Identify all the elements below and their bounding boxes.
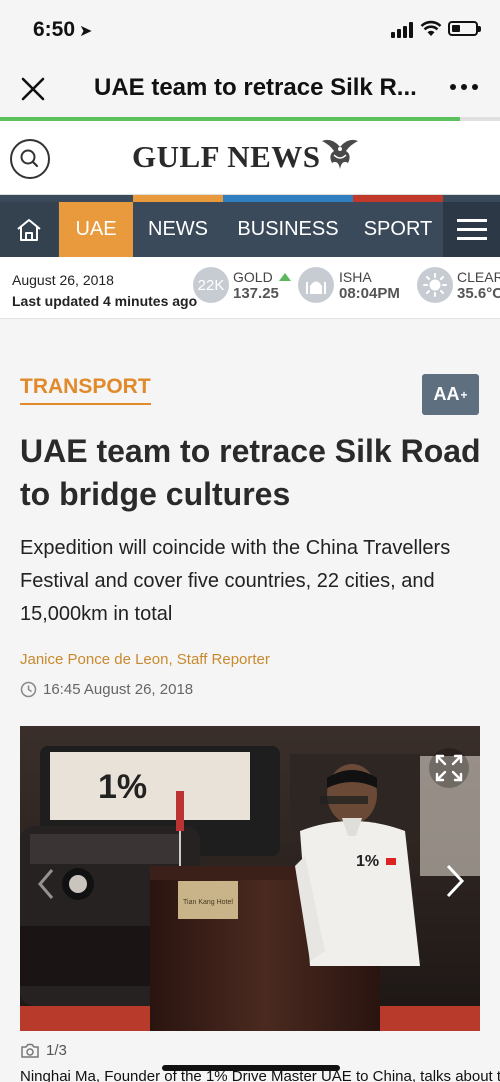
nav-tab-business[interactable]: BUSINESS (223, 202, 353, 257)
font-button-plus: + (460, 387, 468, 402)
camera-icon (21, 1043, 39, 1058)
home-icon (17, 218, 41, 241)
clock: 6:50 (33, 18, 76, 41)
uae-color-strip (133, 195, 223, 202)
prayer-label: ISHA (339, 269, 372, 285)
article-headline: UAE team to retrace Silk Road to bridge … (20, 433, 481, 512)
chevron-right-icon[interactable] (440, 861, 470, 901)
fullscreen-icon[interactable] (429, 748, 469, 788)
prayer-time: 08:04PM (339, 285, 400, 302)
podium-sign-text: Tian Kang Hotel (183, 899, 233, 906)
search-icon (20, 149, 39, 168)
site-header: GULF NEWS (0, 121, 500, 195)
weather-label: CLEAR (457, 269, 500, 285)
article-timestamp: 16:45 August 26, 2018 (20, 681, 193, 698)
more-options-button[interactable] (450, 84, 478, 90)
nav-tab-news[interactable]: NEWS (133, 202, 223, 257)
location-arrow-icon: ➤ (79, 23, 93, 40)
section-nav: UAE NEWS BUSINESS SPORT (0, 195, 500, 257)
info-bar: August 26, 2018 Last updated 4 minutes a… (0, 257, 500, 319)
status-time: 6:50 ➤ (33, 18, 92, 42)
timestamp-text: 16:45 August 26, 2018 (43, 681, 194, 698)
svg-text:1%: 1% (356, 853, 379, 870)
chevron-left-icon[interactable] (34, 866, 60, 902)
price-up-icon (278, 273, 291, 281)
close-icon[interactable] (20, 76, 46, 102)
browser-page-title: UAE team to retrace Silk R... (94, 74, 417, 101)
news-color-strip (223, 195, 353, 202)
gallery-counter: 1/3 (20, 1042, 67, 1059)
font-size-button[interactable]: AA + (422, 374, 479, 415)
weather-temp: 35.6°C (457, 285, 500, 302)
nav-home-button[interactable] (0, 202, 58, 257)
hamburger-menu-button[interactable] (443, 202, 500, 257)
gold-label: GOLD (233, 269, 291, 285)
nav-tab-sport[interactable]: SPORT (353, 202, 443, 257)
article-author[interactable]: Janice Ponce de Leon, Staff Reporter (20, 651, 270, 668)
mosque-icon[interactable] (298, 267, 334, 303)
home-indicator[interactable] (162, 1065, 340, 1071)
banner-text: 1% (98, 768, 147, 806)
date-block: August 26, 2018 Last updated 4 minutes a… (12, 270, 197, 312)
gold-price: 137.25 (233, 285, 279, 302)
battery-icon (448, 21, 481, 36)
sport-color-strip (353, 195, 443, 202)
gold-karat-badge[interactable]: 22K (193, 267, 229, 303)
article-subhead: Expedition will coincide with the China … (20, 537, 451, 625)
article-photo[interactable]: 1% Tian Kang Hotel 1% (20, 726, 480, 1031)
sun-icon[interactable] (417, 267, 453, 303)
current-date: August 26, 2018 (12, 272, 114, 288)
nav-tab-uae[interactable]: UAE (59, 202, 133, 257)
clock-icon (20, 681, 37, 698)
article-category[interactable]: TRANSPORT (20, 375, 151, 405)
wifi-icon (420, 20, 442, 36)
status-bar: 6:50 ➤ (0, 0, 500, 60)
photo-scene: 1% Tian Kang Hotel 1% (20, 726, 480, 1031)
browser-toolbar: UAE team to retrace Silk R... (0, 60, 500, 118)
font-button-label: AA (433, 384, 460, 404)
site-logo[interactable]: GULF NEWS (132, 139, 321, 175)
search-button[interactable] (10, 139, 50, 179)
gallery-counter-text: 1/3 (46, 1042, 67, 1059)
cellular-signal-icon (391, 22, 413, 38)
falcon-logo-icon (322, 139, 358, 169)
last-updated: Last updated 4 minutes ago (12, 293, 198, 309)
gold-label-text: GOLD (233, 269, 273, 285)
